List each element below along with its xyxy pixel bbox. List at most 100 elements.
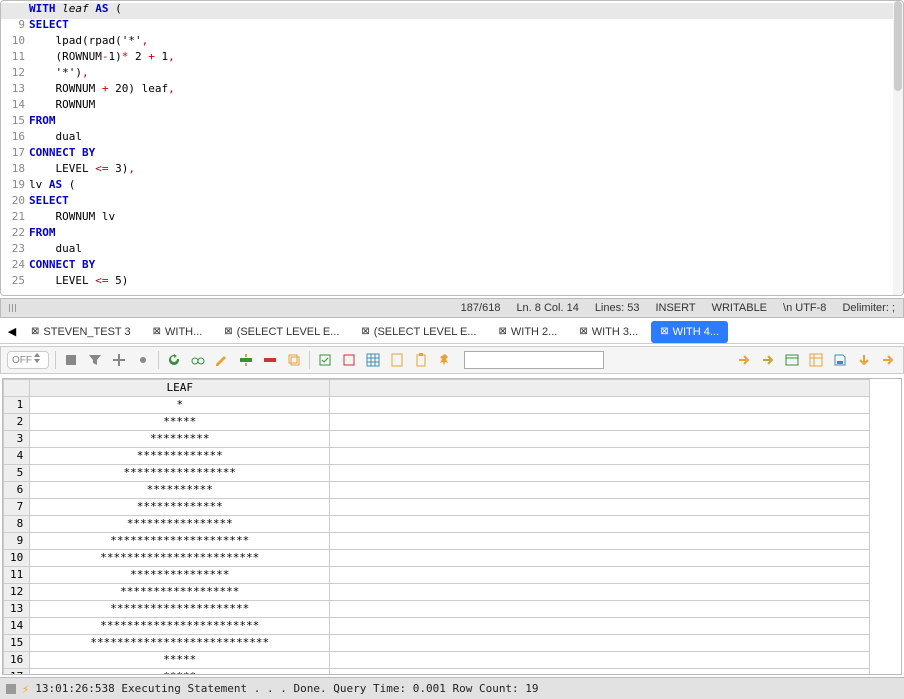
glasses-icon[interactable] <box>189 351 207 369</box>
tab-label: (SELECT LEVEL E... <box>237 326 340 338</box>
bolt-icon: ⚡ <box>22 682 29 696</box>
close-icon[interactable]: ⊠ <box>660 326 668 337</box>
off-toggle[interactable]: OFF <box>7 351 49 369</box>
tab-1[interactable]: ⊠WITH... <box>144 321 212 343</box>
tab-5[interactable]: ⊠WITH 3... <box>570 321 647 343</box>
stop-icon[interactable] <box>62 351 80 369</box>
copy-row-icon[interactable] <box>285 351 303 369</box>
status-lncol: Ln. 8 Col. 14 <box>516 302 578 314</box>
cell-leaf: ***** <box>30 669 330 676</box>
table-row[interactable]: 14************************ <box>4 618 870 635</box>
close-icon[interactable]: ⊠ <box>224 326 232 337</box>
results-grid[interactable]: LEAF 1*2*****3*********4*************5**… <box>2 378 902 675</box>
table-row[interactable]: 5***************** <box>4 465 870 482</box>
insert-row-icon[interactable] <box>237 351 255 369</box>
table-row[interactable]: 12****************** <box>4 584 870 601</box>
table-row[interactable]: 7************* <box>4 499 870 516</box>
footer-message: 13:01:26:538 Executing Statement . . . D… <box>35 682 538 695</box>
footer-status-bar: ⚡ 13:01:26:538 Executing Statement . . .… <box>0 677 904 699</box>
row-index: 10 <box>4 550 30 567</box>
tab-3[interactable]: ⊠ (SELECT LEVEL E... <box>352 321 485 343</box>
status-lines: Lines: 53 <box>595 302 640 314</box>
table-row[interactable]: 3********* <box>4 431 870 448</box>
tab-2[interactable]: ⊠ (SELECT LEVEL E... <box>215 321 348 343</box>
row-index: 2 <box>4 414 30 431</box>
code-area[interactable]: WITH leaf AS (SELECT lpad(rpad('*', (ROW… <box>29 1 893 295</box>
pin-icon[interactable] <box>436 351 454 369</box>
off-label: OFF <box>12 355 32 366</box>
table-row[interactable]: 4************* <box>4 448 870 465</box>
close-icon[interactable]: ⊠ <box>153 326 161 337</box>
close-icon[interactable]: ⊠ <box>579 326 587 337</box>
edit-icon[interactable] <box>213 351 231 369</box>
cell-leaf: ***** <box>30 414 330 431</box>
export-icon[interactable] <box>388 351 406 369</box>
tab-4[interactable]: ⊠ WITH 2... <box>490 321 567 343</box>
row-index: 9 <box>4 533 30 550</box>
delete-row-icon[interactable] <box>261 351 279 369</box>
tab-prev-icon[interactable]: ◀ <box>4 324 20 340</box>
save-grid-icon[interactable] <box>807 351 825 369</box>
table-row[interactable]: 13********************* <box>4 601 870 618</box>
dot-icon[interactable] <box>134 351 152 369</box>
row-index: 5 <box>4 465 30 482</box>
cell-leaf: ***** <box>30 652 330 669</box>
cell-leaf: * <box>30 397 330 414</box>
row-index: 15 <box>4 635 30 652</box>
table-row[interactable]: 2***** <box>4 414 870 431</box>
editor-scrollbar[interactable] <box>893 1 903 295</box>
status-delim: Delimiter: ; <box>842 302 895 314</box>
commit-icon[interactable] <box>316 351 334 369</box>
table-row[interactable]: 10************************ <box>4 550 870 567</box>
cell-leaf: ************* <box>30 499 330 516</box>
cell-leaf: ************* <box>30 448 330 465</box>
table-row[interactable]: 15*************************** <box>4 635 870 652</box>
table-row[interactable]: 17***** <box>4 669 870 676</box>
tab-label: WITH 2... <box>511 326 557 338</box>
tab-6[interactable]: ⊠ WITH 4... <box>651 321 728 343</box>
table-row[interactable]: 16***** <box>4 652 870 669</box>
column-header-leaf[interactable]: LEAF <box>30 380 330 397</box>
filter-icon[interactable] <box>86 351 104 369</box>
gutter: 8910111213141516171819202122232425 <box>1 1 29 295</box>
arrow-right-orange-icon[interactable] <box>735 351 753 369</box>
editor-status-bar: 187/618 Ln. 8 Col. 14 Lines: 53 INSERT W… <box>0 298 904 318</box>
table-row[interactable]: 9********************* <box>4 533 870 550</box>
tab-label: WITH 4... <box>673 326 719 338</box>
table-row[interactable]: 6********** <box>4 482 870 499</box>
rollback-icon[interactable] <box>340 351 358 369</box>
table-row[interactable]: 1* <box>4 397 870 414</box>
grid-icon[interactable] <box>364 351 382 369</box>
status-write: WRITABLE <box>712 302 767 314</box>
cell-leaf: ********************* <box>30 601 330 618</box>
row-index: 3 <box>4 431 30 448</box>
arrow-down-icon[interactable] <box>855 351 873 369</box>
table-row[interactable]: 8**************** <box>4 516 870 533</box>
cell-leaf: ********* <box>30 431 330 448</box>
row-index: 7 <box>4 499 30 516</box>
sql-editor[interactable]: 8910111213141516171819202122232425 WITH … <box>0 0 904 296</box>
cell-leaf: ****************** <box>30 584 330 601</box>
status-enc: \n UTF-8 <box>783 302 826 314</box>
cell-leaf: **************** <box>30 516 330 533</box>
save-disk-icon[interactable] <box>831 351 849 369</box>
close-icon[interactable]: ⊠ <box>31 326 39 337</box>
results-toolbar: OFF <box>0 346 904 374</box>
cell-leaf: *************** <box>30 567 330 584</box>
arrow-right-end-icon[interactable] <box>879 351 897 369</box>
status-pos: 187/618 <box>461 302 501 314</box>
row-index: 17 <box>4 669 30 676</box>
tab-0[interactable]: ⊠STEVEN_TEST 3 <box>22 321 140 343</box>
results-search-input[interactable] <box>464 351 604 369</box>
window-icon[interactable] <box>783 351 801 369</box>
clipboard-icon[interactable] <box>412 351 430 369</box>
refresh-icon[interactable] <box>165 351 183 369</box>
close-icon[interactable]: ⊠ <box>361 326 369 337</box>
table-row[interactable]: 11*************** <box>4 567 870 584</box>
cell-leaf: *************************** <box>30 635 330 652</box>
arrow-right-gold-icon[interactable] <box>759 351 777 369</box>
close-icon[interactable]: ⊠ <box>499 326 507 337</box>
index-header[interactable] <box>4 380 30 397</box>
tab-label: (SELECT LEVEL E... <box>374 326 477 338</box>
plus-icon[interactable] <box>110 351 128 369</box>
